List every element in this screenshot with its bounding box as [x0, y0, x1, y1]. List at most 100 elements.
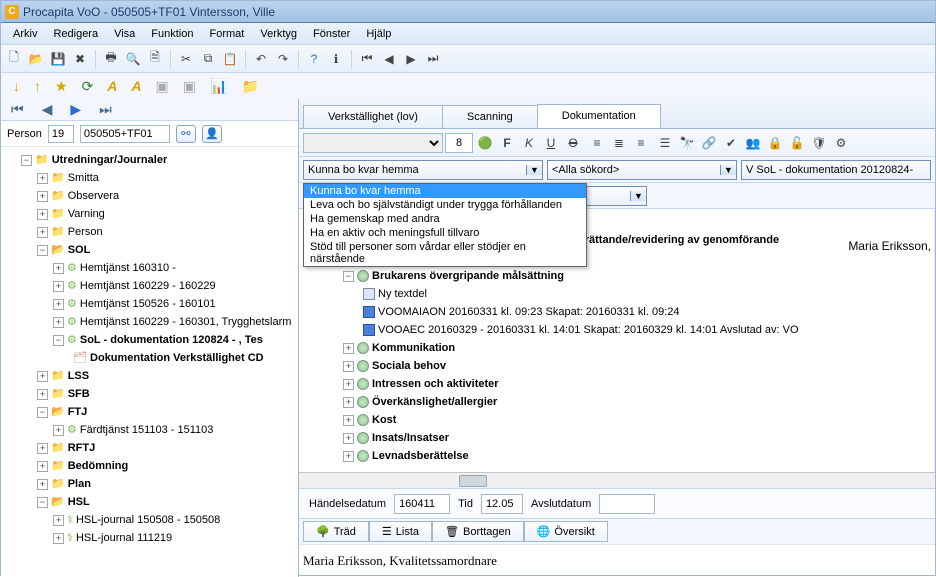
align-right-icon[interactable]: ≡ — [631, 133, 651, 153]
viewtab-oversikt[interactable]: 🌐Översikt — [524, 521, 608, 542]
bullets-icon[interactable]: ☰ — [655, 133, 675, 153]
open-icon[interactable]: 📂 — [27, 50, 45, 68]
tree-first-icon[interactable]: ⏮ — [7, 101, 28, 118]
dropdown-option[interactable]: Ha en aktiv och meningsfull tillvaro — [304, 226, 586, 240]
tid-input[interactable] — [481, 494, 523, 514]
tab-scanning[interactable]: Scanning — [442, 105, 538, 128]
spellcheck-icon[interactable]: ✔ — [721, 133, 741, 153]
scrollbar-thumb[interactable] — [459, 475, 487, 487]
chart-icon[interactable]: 📊 — [206, 78, 231, 95]
phrase-icon[interactable]: 👥 — [743, 133, 763, 153]
keyword-combo[interactable]: Kunna bo kvar hemma▼ — [303, 160, 543, 180]
tree-item[interactable]: RFTJ — [68, 442, 96, 454]
expand-icon[interactable]: + — [37, 173, 48, 184]
collapse-icon[interactable]: − — [21, 155, 32, 166]
script-a-icon[interactable]: A — [103, 78, 121, 94]
dropdown-option[interactable]: Leva och bo självständigt under trygga f… — [304, 198, 586, 212]
tree-root[interactable]: Utredningar/Journaler — [52, 154, 168, 166]
dropdown-option[interactable]: Stöd till personer som vårdar eller stöd… — [304, 240, 586, 266]
prev-icon[interactable]: ◀ — [380, 50, 398, 68]
person-pnr-input[interactable] — [80, 125, 170, 143]
doc-node[interactable]: Kost — [372, 414, 396, 426]
preview-icon[interactable]: 🔍 — [124, 50, 142, 68]
italic-button[interactable]: K — [519, 133, 539, 153]
tree-ftj[interactable]: FTJ — [68, 406, 88, 418]
doc-combo[interactable]: V SoL - dokumentation 20120824- — [741, 160, 931, 180]
doc-node[interactable]: Kommunikation — [372, 342, 455, 354]
chevron-down-icon[interactable]: ▼ — [526, 165, 542, 175]
tree-sol[interactable]: SOL — [68, 244, 91, 256]
info-icon[interactable]: ℹ — [327, 50, 345, 68]
doc-node[interactable]: Levnadsberättelse — [372, 450, 469, 462]
gear-icon[interactable]: ⚙ — [831, 133, 851, 153]
font-family-select[interactable] — [303, 133, 443, 153]
menu-hjalp[interactable]: Hjälp — [358, 26, 399, 42]
first-icon[interactable]: ⏮ — [358, 50, 376, 68]
tree-sel[interactable]: SoL - dokumentation 120824 - , Tes — [80, 334, 263, 346]
tree-item[interactable]: Person — [68, 226, 103, 238]
horizontal-scrollbar[interactable] — [299, 472, 935, 488]
tree-item[interactable]: Hemtjänst 160310 - — [80, 262, 176, 274]
cut-icon[interactable]: ✂ — [177, 50, 195, 68]
unlock-icon[interactable]: 🔓 — [787, 133, 807, 153]
tab-verkstallighet[interactable]: Verkställighet (lov) — [303, 105, 443, 128]
tree-sel-child[interactable]: Dokumentation Verkställighet CD — [90, 352, 264, 364]
tree-item[interactable]: Hemtjänst 160229 - 160301, Trygghetslarm — [80, 316, 292, 328]
tree-item[interactable]: Observera — [68, 190, 119, 202]
delete-icon[interactable]: ✖ — [71, 50, 89, 68]
doc-node[interactable]: Insats/Insatser — [372, 432, 449, 444]
viewtab-trad[interactable]: 🌳Träd — [303, 521, 369, 542]
tree-item[interactable]: HSL-journal 150508 - 150508 — [76, 514, 220, 526]
person-button[interactable]: 👤 — [202, 125, 222, 143]
paste-icon[interactable]: 📋 — [221, 50, 239, 68]
handelsdatum-input[interactable] — [394, 494, 450, 514]
viewtab-lista[interactable]: ☰Lista — [369, 521, 432, 542]
last-icon[interactable]: ⏭ — [424, 50, 442, 68]
redo-icon[interactable]: ↷ — [274, 50, 292, 68]
tree-item[interactable]: Hemtjänst 150526 - 160101 — [80, 298, 216, 310]
dropdown-option[interactable]: Kunna bo kvar hemma — [304, 184, 586, 198]
bold-button[interactable]: F — [497, 133, 517, 153]
link-button[interactable]: ⚯ — [176, 125, 196, 143]
star-icon[interactable]: ★ — [51, 78, 72, 95]
tree-item[interactable]: Smitta — [68, 172, 99, 184]
doc-leaf[interactable]: VOOMAIAON 20160331 kl. 09:23 Skapat: 201… — [378, 306, 679, 318]
print-icon[interactable]: 🖶 — [102, 50, 120, 68]
menu-fonster[interactable]: Fönster — [305, 26, 358, 42]
doc-icon[interactable]: 🗎 — [146, 50, 164, 68]
doc-node[interactable]: Sociala behov — [372, 360, 446, 372]
color-icon[interactable]: 🟢 — [475, 133, 495, 153]
next-icon[interactable]: ▶ — [402, 50, 420, 68]
menu-redigera[interactable]: Redigera — [45, 26, 106, 42]
align-center-icon[interactable]: ≣ — [609, 133, 629, 153]
doc-node[interactable]: Överkänslighet/allergier — [372, 396, 497, 408]
stamp2-icon[interactable]: ▣ — [179, 78, 200, 95]
font-size-input[interactable] — [445, 133, 473, 153]
doc-leaf[interactable]: VOOAEC 20160329 - 20160331 kl. 14:01 Ska… — [378, 324, 799, 336]
menu-arkiv[interactable]: Arkiv — [5, 26, 45, 42]
doc-node[interactable]: Intressen och aktiviteter — [372, 378, 499, 390]
save-icon[interactable]: 💾 — [49, 50, 67, 68]
link-icon[interactable]: 🔗 — [699, 133, 719, 153]
tree-item[interactable]: SFB — [68, 388, 90, 400]
doc-leaf[interactable]: Ny textdel — [378, 288, 427, 300]
tree-last-icon[interactable]: ⏭ — [95, 101, 116, 118]
menu-visa[interactable]: Visa — [106, 26, 143, 42]
viewtab-borttagen[interactable]: 🗑Borttagen — [432, 521, 524, 542]
refresh-icon[interactable]: ⟳ — [78, 78, 98, 95]
folder-icon[interactable]: 📁 — [237, 78, 262, 95]
tree-item[interactable]: Hemtjänst 160229 - 160229 — [80, 280, 216, 292]
tree-hsl[interactable]: HSL — [68, 496, 90, 508]
tree-item[interactable]: HSL-journal 111219 — [76, 532, 172, 544]
help-icon[interactable]: ? — [305, 50, 323, 68]
strike-button[interactable]: Ɵ — [563, 133, 583, 153]
nav-arrow-up-icon[interactable]: ↑ — [30, 78, 45, 94]
chevron-down-icon[interactable]: ▼ — [720, 165, 736, 175]
underline-button[interactable]: U — [541, 133, 561, 153]
doc-node[interactable]: Brukarens övergripande målsättning — [372, 270, 564, 282]
menu-format[interactable]: Format — [202, 26, 253, 42]
script-a2-icon[interactable]: A — [127, 78, 145, 94]
undo-icon[interactable]: ↶ — [252, 50, 270, 68]
align-left-icon[interactable]: ≡ — [587, 133, 607, 153]
tree-prev-icon[interactable]: ◀ — [38, 101, 57, 118]
